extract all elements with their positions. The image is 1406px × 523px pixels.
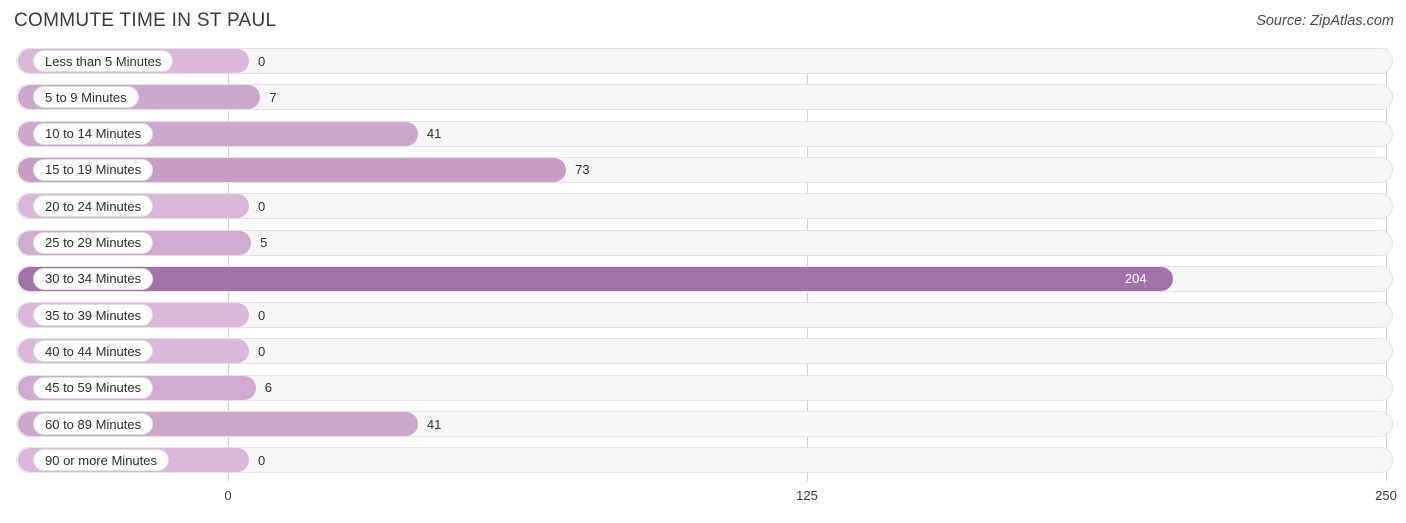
bar-value-label: 41 — [426, 126, 442, 142]
bar-value-label: 0 — [258, 307, 266, 323]
source-attribution: Source: ZipAtlas.com — [1256, 13, 1394, 29]
bar-value-label: 0 — [258, 452, 266, 468]
bar-category-label: 5 to 9 Minutes — [33, 86, 139, 109]
bar-category-label-text: 60 to 89 Minutes — [45, 416, 142, 432]
bar-category-label-text: 25 to 29 Minutes — [45, 235, 142, 250]
bar-category-label: 35 to 39 Minutes — [33, 304, 154, 327]
chart-plot-area: Less than 5 Minutes 0 5 to 9 Minutes 7 10 to… — [0, 46, 1406, 483]
bar-category-label: 20 to 24 Minutes — [33, 195, 154, 218]
bar-category-label: 25 to 29 Minutes — [33, 231, 154, 254]
bar-row[interactable]: 40 to 44 Minutes 0 — [0, 336, 1406, 366]
bar-category-label-text: 15 to 19 Minutes — [45, 162, 142, 178]
bar-value-label: 204 — [1124, 271, 1147, 287]
bar-value-label: 5 — [260, 235, 268, 250]
bar-category-label: 15 to 19 Minutes — [33, 158, 154, 181]
bar-rows: Less than 5 Minutes 0 5 to 9 Minutes 7 10 to… — [0, 46, 1406, 483]
bar-category-label-text: 45 to 59 Minutes — [45, 380, 142, 396]
bar-row[interactable]: 10 to 14 Minutes 41 — [0, 119, 1406, 149]
bar-value-label: 7 — [269, 89, 277, 105]
x-axis: 0 125 250 — [0, 483, 1406, 523]
bar-category-label: Less than 5 Minutes — [33, 50, 174, 72]
bar-value-label: 0 — [258, 343, 266, 359]
bar-value-label: 41 — [426, 416, 442, 432]
chart-header: COMMUTE TIME IN ST PAUL Source: ZipAtlas… — [0, 0, 1406, 46]
bar-category-label-text: 5 to 9 Minutes — [45, 89, 127, 105]
bar-row[interactable]: Less than 5 Minutes 0 — [0, 46, 1406, 76]
bar-category-label-text: 90 or more Minutes — [45, 452, 157, 468]
bar-row[interactable]: 15 to 19 Minutes 73 — [0, 155, 1406, 185]
bar-value-label: 73 — [575, 162, 590, 178]
page-title: COMMUTE TIME IN ST PAUL — [14, 10, 277, 31]
bar-category-label: 10 to 14 Minutes — [33, 122, 154, 145]
bar[interactable] — [18, 266, 1173, 291]
bar-row[interactable]: 30 to 34 Minutes 204 — [0, 264, 1406, 294]
bar-category-label-text: 10 to 14 Minutes — [45, 126, 142, 142]
bar-value-label: 0 — [258, 198, 266, 214]
bar-row[interactable]: 20 to 24 Minutes 0 — [0, 191, 1406, 221]
bar-row[interactable]: 5 to 9 Minutes 7 — [0, 82, 1406, 112]
bar-value-label: 0 — [258, 53, 266, 69]
bar-category-label: 45 to 59 Minutes — [33, 376, 154, 399]
bar-category-label: 30 to 34 Minutes — [33, 267, 154, 290]
axis-tick-125: 125 — [796, 488, 818, 503]
bar-row[interactable]: 60 to 89 Minutes 41 — [0, 409, 1406, 439]
bar-row[interactable]: 35 to 39 Minutes 0 — [0, 300, 1406, 330]
bar-category-label: 60 to 89 Minutes — [33, 413, 154, 435]
axis-tick-250: 250 — [1375, 488, 1397, 503]
bar-category-label-text: Less than 5 Minutes — [45, 53, 162, 69]
bar-category-label-text: 35 to 39 Minutes — [45, 307, 142, 323]
bar-category-label-text: 40 to 44 Minutes — [45, 343, 142, 359]
axis-tick-0: 0 — [224, 488, 232, 503]
bar-row[interactable]: 45 to 59 Minutes 6 — [0, 373, 1406, 403]
bar-row[interactable]: 90 or more Minutes 0 — [0, 445, 1406, 475]
bar-category-label-text: 30 to 34 Minutes — [45, 271, 142, 287]
bar-category-label: 90 or more Minutes — [33, 449, 169, 472]
bar-row[interactable]: 25 to 29 Minutes 5 — [0, 228, 1406, 258]
bar-value-label: 6 — [264, 380, 273, 396]
bar-category-label: 40 to 44 Minutes — [33, 340, 154, 363]
bar-category-label-text: 20 to 24 Minutes — [45, 198, 142, 214]
